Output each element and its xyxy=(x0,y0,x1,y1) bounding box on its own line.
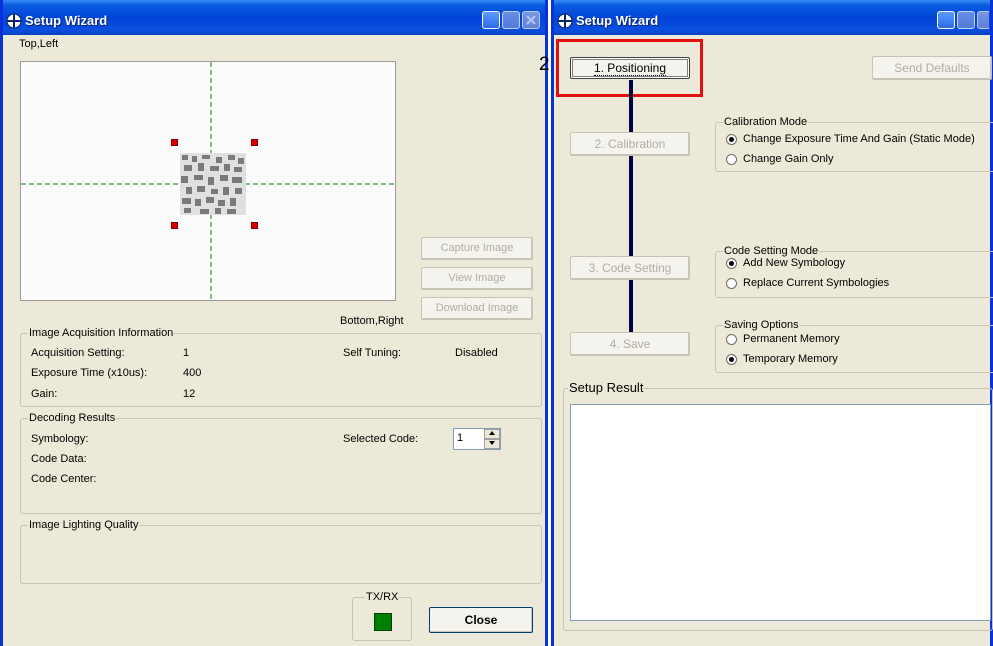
symbology-label: Symbology: xyxy=(31,433,89,445)
roi-handle-top-right[interactable] xyxy=(251,139,258,146)
minimize-button[interactable] xyxy=(937,11,955,29)
radio-indicator[interactable] xyxy=(726,277,737,289)
roi-handle-bottom-right[interactable] xyxy=(251,222,258,229)
window-title: Setup Wizard xyxy=(25,13,108,28)
group-title: Decoding Results xyxy=(28,412,117,424)
title-bar[interactable]: Setup Wizard xyxy=(3,0,545,35)
group-title: Calibration Mode xyxy=(723,116,809,128)
radio-indicator[interactable] xyxy=(726,353,737,365)
close-window-button[interactable] xyxy=(522,11,540,29)
code-data-label: Code Data: xyxy=(31,453,87,465)
radio-add-new-symbology[interactable]: Add New Symbology xyxy=(726,257,845,269)
self-tuning-label: Self Tuning: xyxy=(343,347,402,359)
arrow-up-icon xyxy=(489,431,495,435)
maximize-button[interactable] xyxy=(957,11,975,29)
setup-wizard-window-right: Setup Wizard 2 1. Positioning 2. Calibra… xyxy=(539,0,993,646)
radio-label: Add New Symbology xyxy=(743,257,846,269)
view-image-button[interactable]: View Image xyxy=(421,267,533,290)
group-title: Image Acquisition Information xyxy=(28,327,175,339)
app-crosshair-icon xyxy=(557,13,573,29)
window-title: Setup Wizard xyxy=(576,13,659,28)
selected-code-value: 1 xyxy=(457,432,464,444)
minimize-button[interactable] xyxy=(482,11,500,29)
step-annotation-number: 2 xyxy=(539,54,550,75)
step-positioning-label: 1. Positioning xyxy=(593,61,667,76)
capture-image-button[interactable]: Capture Image xyxy=(421,237,533,260)
arrow-down-icon xyxy=(489,441,495,445)
exposure-time-value: 400 xyxy=(183,367,202,379)
gain-value: 12 xyxy=(183,388,196,400)
radio-indicator[interactable] xyxy=(726,153,737,165)
roi-handle-top-left[interactable] xyxy=(171,139,178,146)
radio-indicator[interactable] xyxy=(726,133,737,145)
image-preview-panel[interactable] xyxy=(20,61,396,301)
radio-indicator[interactable] xyxy=(726,257,737,269)
stepper-down-button[interactable] xyxy=(484,439,500,449)
setup-wizard-window-left: Setup Wizard Top,Left Capture Image View… xyxy=(0,0,548,646)
step-positioning-button[interactable]: 1. Positioning xyxy=(570,57,690,79)
group-title: Code Setting Mode xyxy=(723,245,820,257)
radio-change-gain-only[interactable]: Change Gain Only xyxy=(726,153,834,165)
selected-code-label: Selected Code: xyxy=(343,433,419,445)
group-title: Image Lighting Quality xyxy=(28,519,140,531)
radio-change-exposure-gain[interactable]: Change Exposure Time And Gain (Static Mo… xyxy=(726,133,975,145)
send-defaults-button[interactable]: Send Defaults xyxy=(872,56,992,80)
download-image-button[interactable]: Download Image xyxy=(421,297,533,320)
radio-temporary-memory[interactable]: Temporary Memory xyxy=(726,353,838,365)
group-title: Setup Result xyxy=(568,380,645,395)
gain-label: Gain: xyxy=(31,388,58,400)
radio-label: Replace Current Symbologies xyxy=(743,277,890,289)
acquisition-setting-value: 1 xyxy=(183,347,190,359)
corner-bottom-right-label: Bottom,Right xyxy=(340,315,404,327)
maximize-button[interactable] xyxy=(502,11,520,29)
close-icon xyxy=(526,15,536,25)
step-save-button[interactable]: 4. Save xyxy=(570,332,690,356)
setup-result-textarea[interactable] xyxy=(570,404,991,621)
radio-label: Permanent Memory xyxy=(743,333,840,345)
exposure-time-label: Exposure Time (x10us): xyxy=(31,367,148,379)
corner-top-left-label: Top,Left xyxy=(19,38,59,50)
step-calibration-button[interactable]: 2. Calibration xyxy=(570,132,690,156)
close-window-button[interactable] xyxy=(977,11,989,29)
roi-handle-bottom-left[interactable] xyxy=(171,222,178,229)
acquisition-setting-label: Acquisition Setting: xyxy=(31,347,125,359)
radio-permanent-memory[interactable]: Permanent Memory xyxy=(726,333,840,345)
code-center-label: Code Center: xyxy=(31,473,97,485)
stepper-up-button[interactable] xyxy=(484,429,500,439)
radio-replace-current-symbologies[interactable]: Replace Current Symbologies xyxy=(726,277,889,289)
image-lighting-quality-group: Image Lighting Quality xyxy=(20,519,542,584)
group-title: Saving Options xyxy=(723,319,800,331)
self-tuning-value: Disabled xyxy=(455,347,498,359)
app-crosshair-icon xyxy=(6,13,22,29)
radio-label: Change Exposure Time And Gain (Static Mo… xyxy=(743,133,975,145)
title-bar[interactable]: Setup Wizard xyxy=(554,0,990,35)
selected-code-stepper[interactable]: 1 xyxy=(453,428,501,450)
radio-indicator[interactable] xyxy=(726,333,737,345)
radio-label: Change Gain Only xyxy=(743,153,834,165)
group-title: TX/RX xyxy=(365,591,400,603)
close-button[interactable]: Close xyxy=(429,607,533,633)
step-connector-line xyxy=(629,80,633,342)
txrx-group: TX/RX xyxy=(352,591,412,641)
txrx-indicator xyxy=(374,613,392,631)
datamatrix-code-image xyxy=(180,153,246,215)
radio-label: Temporary Memory xyxy=(743,353,838,365)
step-code-setting-button[interactable]: 3. Code Setting xyxy=(570,256,690,280)
